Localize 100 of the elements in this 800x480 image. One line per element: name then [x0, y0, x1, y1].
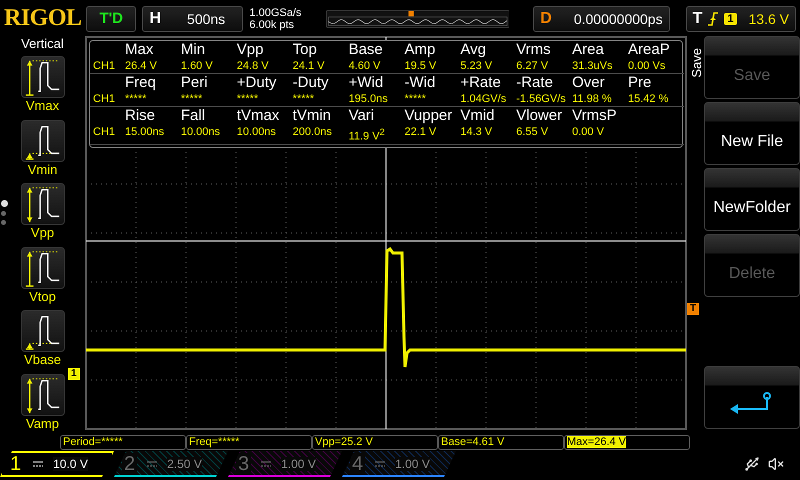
trigger-level: 13.6 V [748, 10, 789, 26]
sample-rate: 1.00GSa/s [249, 6, 302, 18]
rising-edge-icon [708, 12, 718, 26]
measurement-value: 6.55 V [516, 125, 572, 145]
measurement-name: Vupper [404, 107, 454, 125]
measure-label: Vmax [26, 98, 60, 114]
menu-button[interactable]: NewFolder [704, 168, 800, 231]
measurement-value: ***** [180, 92, 237, 107]
measurement-value: -1.56GV/s [516, 92, 572, 107]
measure-label: Vbase [24, 352, 61, 368]
delay-label: D [540, 10, 552, 28]
menu-title: Save [689, 48, 704, 78]
run-status[interactable]: T'D [86, 6, 136, 32]
measurement-value: 200.0ns [292, 125, 349, 145]
menu-button[interactable]: New File [704, 102, 800, 165]
measurement-name: Vrms [516, 41, 552, 59]
measurement-value: 15.42 % [628, 92, 684, 107]
measurement-value: ***** [292, 92, 349, 107]
measurement-name: Peri [180, 74, 209, 92]
horizontal-label: H [149, 10, 162, 28]
measure-label: Vamp [26, 416, 59, 432]
measurement-name: Fall [180, 107, 206, 125]
dc-coupling-icon [375, 461, 386, 467]
dc-coupling-icon [147, 461, 158, 467]
measurement-value: 5.23 V [460, 59, 516, 74]
trigger-label: T [692, 10, 702, 28]
measurement-name: -Wid [404, 74, 436, 92]
measurement-name: Rise [125, 107, 156, 125]
measure-label: Vpp [30, 225, 54, 242]
measurement-value: 31.3uVs [572, 59, 628, 74]
measure-label: Vtop [29, 288, 56, 305]
menu-title: Vertical [21, 36, 64, 51]
measurement-value: 24.1 V [292, 59, 349, 74]
measurement-value: 24.8 V [236, 59, 293, 74]
measurement-value: ***** [404, 92, 460, 107]
measurement-name: VrmsP [572, 107, 618, 125]
measure-label: Vmin [28, 162, 58, 178]
readout-text: Vpp=25.2 V [315, 436, 373, 448]
measurement-value: 10.00ns [180, 125, 237, 145]
measurement-name: AreaP [628, 41, 671, 59]
measurement-name: Vlower [516, 107, 564, 125]
measurement-name: tVmin [292, 107, 332, 125]
readout-text: Freq=***** [189, 436, 240, 448]
measurement-value: 22.1 V [404, 125, 460, 145]
measure-button[interactable] [20, 183, 64, 225]
measurement-value: 4.60 V [348, 59, 404, 74]
channel-tab[interactable]: 2 2.50 V [114, 451, 228, 477]
channel-tab[interactable]: 4 1.00 V [342, 451, 456, 477]
measure-button[interactable] [20, 374, 64, 416]
readout-text: Base=4.61 V [441, 436, 504, 448]
usb-icon [744, 456, 760, 472]
measurement-name: tVmax [236, 107, 280, 125]
trigger-marker: T [687, 303, 700, 315]
measurement-value: 10.00ns [236, 125, 293, 145]
measurement-name: Amp [404, 41, 436, 59]
timebase-value: 500ns [187, 10, 226, 26]
return-button[interactable] [704, 366, 800, 429]
measurement-name: Over [572, 74, 606, 92]
dc-coupling-icon [261, 461, 272, 467]
channel-marker: 1 [68, 368, 80, 380]
delay-value: 0.00000000ps [574, 10, 663, 26]
measurement-value: ***** [236, 92, 293, 107]
trigger-panel[interactable]: T 1 13.6 V [686, 6, 796, 32]
measurement-name: Pre [628, 74, 652, 92]
measurement-value: 11.9 V$^{2}$ [348, 125, 404, 145]
mute-icon [768, 456, 784, 472]
readout-text: Period=***** [63, 436, 123, 448]
measurement-value: 0.00 Vs [628, 59, 684, 74]
channel-tab[interactable]: 3 1.00 V [228, 451, 342, 477]
measure-button[interactable] [20, 56, 64, 98]
measurement-name: +Duty [236, 74, 278, 92]
measurement-name: Avg [460, 41, 487, 59]
measurement-name: Max [125, 41, 154, 59]
measurement-name: +Wid [348, 74, 384, 92]
measurement-value: 19.5 V [404, 59, 460, 74]
timebase-panel[interactable]: H 500ns [142, 6, 244, 32]
measurement-name: +Rate [460, 74, 502, 92]
measurement-name: Freq [125, 74, 157, 92]
delay-panel[interactable]: D 0.00000000ps [533, 6, 670, 32]
measurement-name: Min [180, 41, 206, 59]
measure-button[interactable] [20, 310, 64, 352]
trigger-source: 1 [724, 12, 737, 24]
channel-label: CH1 [90, 92, 125, 107]
measure-button[interactable] [20, 120, 64, 162]
measure-button[interactable] [20, 246, 64, 288]
measurement-name: Top [292, 41, 318, 59]
channel-label: CH1 [90, 125, 125, 145]
measurement-name: -Rate [516, 74, 554, 92]
channel-tab[interactable]: 1 10.0 V [0, 451, 114, 477]
brand-logo: RIGOL [4, 5, 80, 32]
measurement-value: 1.04GV/s [460, 92, 516, 107]
measurement-value: 1.60 V [180, 59, 237, 74]
measurement-value: 14.3 V [460, 125, 516, 145]
measurement-value: 6.27 V [516, 59, 572, 74]
measurement-name: Base [348, 41, 384, 59]
readout-text: Max=26.4 V [567, 436, 626, 448]
dc-coupling-icon [33, 461, 44, 467]
measurement-value: 11.98 % [572, 92, 628, 107]
memory-depth: 6.00k pts [249, 18, 296, 30]
measurement-value: 195.0ns [348, 92, 404, 107]
